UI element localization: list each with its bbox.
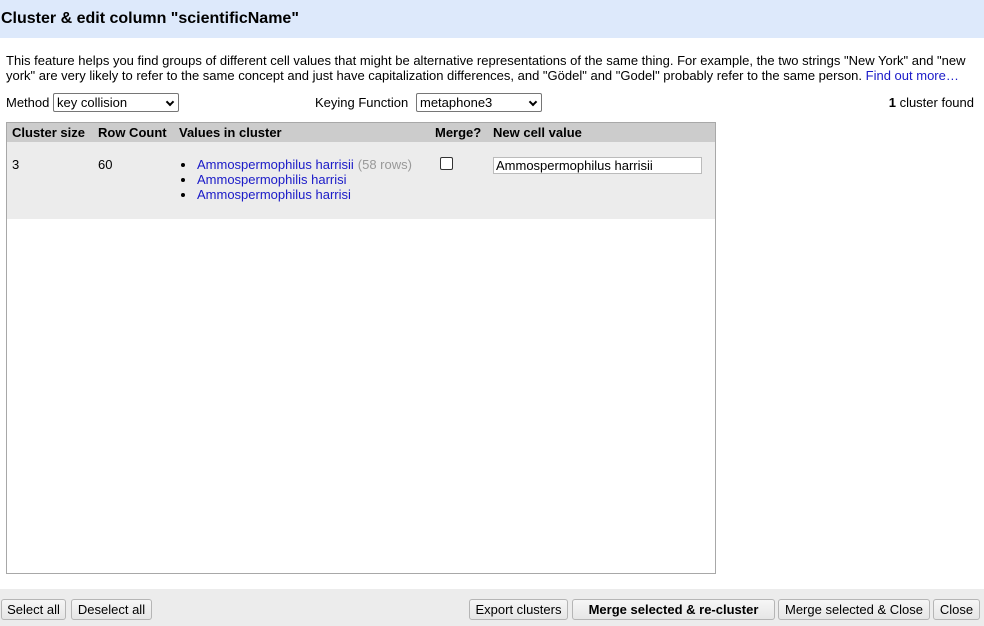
cluster-value-link[interactable]: Ammospermophilus harrisi <box>197 187 351 202</box>
feature-description: This feature helps you find groups of di… <box>6 53 978 83</box>
cluster-edit-dialog: Cluster & edit column "scientificName" T… <box>0 0 984 626</box>
cluster-value-link[interactable]: Ammospermophilis harrisi <box>197 172 347 187</box>
column-header-merge: Merge? <box>435 125 482 140</box>
keying-function-label: Keying Function <box>315 95 409 110</box>
description-text: This feature helps you find groups of di… <box>6 53 966 83</box>
column-header-cluster-size: Cluster size <box>12 125 85 140</box>
find-out-more-link[interactable]: Find out more… <box>866 68 959 83</box>
table-header: Cluster size Row Count Values in cluster… <box>7 123 715 142</box>
row-count-cell: 60 <box>98 157 113 172</box>
dialog-footer: Select all Deselect all Export clusters … <box>0 589 984 626</box>
clusters-table[interactable]: Cluster size Row Count Values in cluster… <box>6 122 716 574</box>
merge-close-button[interactable]: Merge selected & Close <box>778 599 930 620</box>
keying-function-select-value: metaphone3 <box>420 95 493 110</box>
method-select[interactable]: key collision <box>53 93 179 112</box>
list-item: Ammospermophilis harrisi <box>179 172 412 187</box>
value-row-count: (58 rows) <box>357 157 412 172</box>
chevron-down-icon <box>165 97 175 107</box>
cluster-found-status: 1 cluster found <box>889 95 974 110</box>
chevron-down-icon <box>528 97 538 107</box>
cluster-count: 1 <box>888 95 896 110</box>
list-item: Ammospermophilus harrisii (58 rows) <box>179 157 412 172</box>
cluster-size-cell: 3 <box>12 157 20 172</box>
method-select-value: key collision <box>57 95 128 110</box>
column-header-row-count: Row Count <box>98 125 167 140</box>
close-button[interactable]: Close <box>933 599 980 620</box>
column-header-values: Values in cluster <box>179 125 282 140</box>
merge-checkbox[interactable] <box>440 157 453 170</box>
cluster-values-list: Ammospermophilus harrisii (58 rows) Ammos… <box>179 157 412 202</box>
table-row: 3 60 Ammospermophilus harrisii (58 rows) … <box>7 142 715 219</box>
cluster-found-label: cluster found <box>899 95 974 110</box>
deselect-all-button[interactable]: Deselect all <box>71 599 152 620</box>
list-item: Ammospermophilus harrisi <box>179 187 412 202</box>
keying-function-select[interactable]: metaphone3 <box>416 93 542 112</box>
cluster-controls: Method key collision Keying Function met… <box>6 93 976 113</box>
merge-recluster-button[interactable]: Merge selected & re-cluster <box>572 599 775 620</box>
new-cell-value-input[interactable] <box>493 157 702 174</box>
select-all-button[interactable]: Select all <box>1 599 66 620</box>
export-clusters-button[interactable]: Export clusters <box>469 599 568 620</box>
cluster-value-link[interactable]: Ammospermophilus harrisii <box>197 157 354 172</box>
column-header-new-value: New cell value <box>493 125 582 140</box>
dialog-title: Cluster & edit column "scientificName" <box>0 0 984 38</box>
method-label: Method <box>6 95 50 110</box>
